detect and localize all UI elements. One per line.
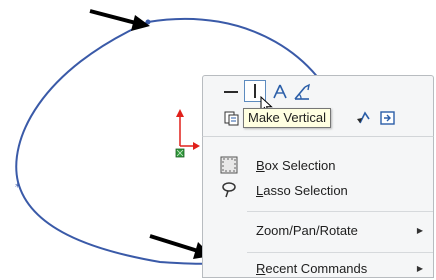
context-menu: Box Selection Lasso Selection Zoom/Pan/R… [202,136,434,278]
box-selection-icon [219,155,239,175]
smart-dimension-icon[interactable] [291,81,313,103]
menu-label-box-selection: Box Selection [256,157,336,173]
menu-item-box-selection[interactable]: Box Selection [203,153,433,177]
menu-label-recent-commands: Recent Commands [256,260,368,276]
tooltip-make-vertical: Make Vertical [243,108,332,128]
menu-label-lasso-selection: Lasso Selection [256,182,348,198]
menu-item-zoom-pan-rotate[interactable]: Zoom/Pan/Rotate ▶ [203,218,433,242]
exit-sketch-icon[interactable] [376,107,398,129]
submenu-arrow-icon: ▶ [416,263,423,273]
make-horizontal-icon[interactable] [220,81,242,103]
copy-entities-icon[interactable] [220,107,242,129]
reverse-icon[interactable] [353,107,375,129]
ellipse-quadrant-marker[interactable]: * [15,182,20,193]
annotation-arrow-top [89,9,150,31]
menu-item-recent-commands[interactable]: Recent Commands ▶ [203,256,433,280]
menu-separator [247,211,433,212]
lasso-selection-icon [219,180,239,200]
submenu-arrow-icon: ▶ [416,225,423,235]
origin-triad-icon [175,109,200,158]
menu-label-zoom-pan-rotate: Zoom/Pan/Rotate [256,222,358,238]
menu-separator [247,252,433,253]
menu-item-lasso-selection[interactable]: Lasso Selection [203,178,433,202]
